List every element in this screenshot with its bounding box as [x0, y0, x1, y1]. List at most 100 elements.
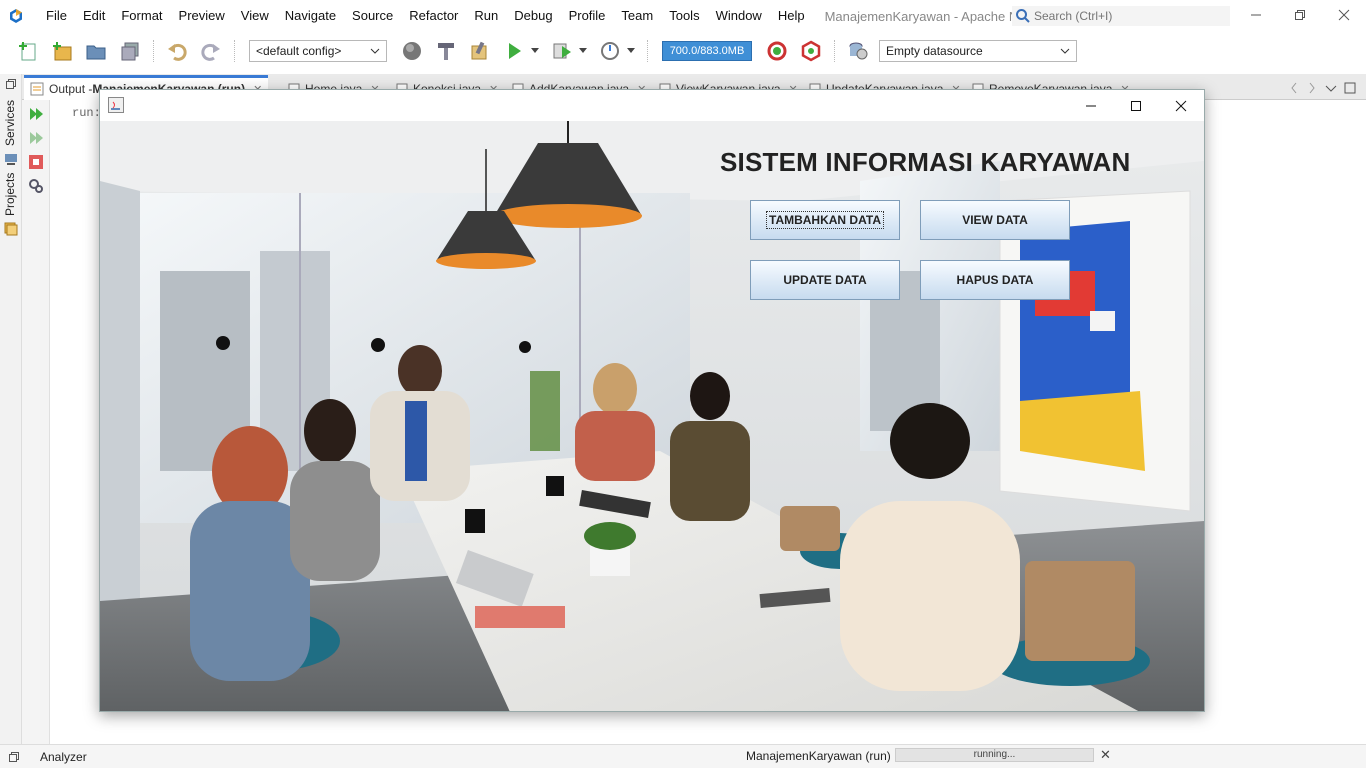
output-text: run:	[72, 106, 101, 120]
config-select[interactable]: <default config>	[249, 40, 387, 62]
undo-icon	[168, 43, 187, 61]
rerun-icon[interactable]	[28, 106, 44, 122]
profiler-button[interactable]	[797, 37, 825, 65]
new-project-icon	[53, 42, 72, 61]
netbeans-logo-icon	[10, 9, 22, 23]
output-gutter	[22, 100, 50, 744]
restore-panel-icon[interactable]	[8, 751, 20, 763]
redo-button[interactable]	[197, 37, 225, 65]
new-file-icon	[19, 42, 36, 61]
app-heading: SISTEM INFORMASI KARYAWAN	[720, 147, 1131, 177]
side-strip: Services Projects	[0, 74, 22, 744]
view-data-button[interactable]: VIEW DATA	[920, 200, 1070, 240]
save-all-button[interactable]	[116, 37, 144, 65]
tab-scroll-controls[interactable]	[1288, 81, 1348, 95]
memory-usage-bar[interactable]: 700.0/883.0MB	[662, 41, 752, 61]
minimize-button[interactable]	[1234, 0, 1278, 30]
menu-preview[interactable]: Preview	[171, 0, 233, 32]
chevron-down-icon	[1060, 48, 1070, 54]
menu-format[interactable]: Format	[113, 0, 170, 32]
restore-button[interactable]	[1278, 0, 1322, 30]
chevron-down-icon[interactable]	[579, 48, 587, 54]
run-icon	[509, 43, 521, 59]
globe-button[interactable]	[398, 37, 426, 65]
status-bar: Analyzer ManajemenKaryawan (run) ✕	[0, 744, 1366, 768]
clean-build-button[interactable]	[466, 37, 494, 65]
search-icon	[1012, 6, 1034, 26]
menu-debug[interactable]: Debug	[506, 0, 560, 32]
app-titlebar	[100, 90, 1204, 121]
undo-button[interactable]	[163, 37, 191, 65]
tambahkan-data-button[interactable]: TAMBAHKAN DATA	[750, 200, 900, 240]
chevron-down-icon[interactable]	[531, 48, 539, 54]
update-data-button[interactable]: UPDATE DATA	[750, 260, 900, 300]
close-window-button[interactable]	[1322, 0, 1366, 30]
menu-source[interactable]: Source	[344, 0, 401, 32]
tab-output-label-prefix: Output -	[49, 82, 93, 96]
java-icon	[108, 97, 124, 113]
projects-tab[interactable]: Projects	[3, 173, 17, 216]
save-all-icon	[121, 42, 139, 61]
search-box[interactable]	[1012, 6, 1230, 26]
rerun-with-params-icon[interactable]	[28, 130, 44, 146]
running-task-label: ManajemenKaryawan (run)	[746, 749, 891, 763]
open-project-button[interactable]	[82, 37, 110, 65]
config-select-value: <default config>	[256, 44, 342, 58]
chevron-down-icon	[370, 48, 380, 54]
globe-icon	[403, 42, 421, 60]
menu-file[interactable]: File	[38, 0, 75, 32]
new-file-button[interactable]	[14, 37, 42, 65]
menu-run[interactable]: Run	[466, 0, 506, 32]
tambahkan-data-label: TAMBAHKAN DATA	[766, 211, 884, 229]
menu-navigate[interactable]: Navigate	[277, 0, 344, 32]
services-icon	[5, 154, 17, 165]
app-maximize-button[interactable]	[1113, 90, 1159, 121]
new-project-button[interactable]	[48, 37, 76, 65]
menu-bar: File Edit Format Preview View Navigate S…	[0, 0, 1366, 32]
hammer-icon	[438, 43, 454, 60]
menu-window[interactable]: Window	[708, 0, 770, 32]
menu-view[interactable]: View	[233, 0, 277, 32]
app-close-button[interactable]	[1158, 90, 1204, 121]
menu-edit[interactable]: Edit	[75, 0, 113, 32]
maximize-icon	[1131, 100, 1141, 111]
task-progress-text: running...	[973, 749, 1016, 760]
menu-team[interactable]: Team	[613, 0, 661, 32]
menu-profile[interactable]: Profile	[561, 0, 614, 32]
datasource-select[interactable]: Empty datasource	[879, 40, 1077, 62]
profiler-icon	[801, 40, 821, 62]
stop-icon[interactable]	[28, 154, 44, 170]
task-progress-bar: running...	[895, 748, 1094, 762]
search-input[interactable]	[1034, 9, 1214, 23]
profile-button[interactable]	[596, 37, 624, 65]
clean-build-icon	[471, 41, 487, 60]
restore-icon	[1295, 10, 1305, 20]
minimize-icon	[1086, 105, 1096, 106]
app-minimize-button[interactable]	[1068, 90, 1114, 121]
gc-button[interactable]	[763, 37, 791, 65]
chevron-down-icon[interactable]	[627, 48, 635, 54]
toolbar-separator	[834, 40, 835, 62]
toolbar-separator	[153, 40, 154, 62]
output-icon	[30, 82, 44, 96]
settings-icon[interactable]	[28, 178, 44, 194]
debug-button[interactable]	[548, 37, 576, 65]
menu-refactor[interactable]: Refactor	[401, 0, 466, 32]
minimize-panel-icon[interactable]	[5, 78, 17, 90]
hapus-data-button[interactable]: HAPUS DATA	[920, 260, 1070, 300]
menu-tools[interactable]: Tools	[661, 0, 707, 32]
run-button[interactable]	[500, 37, 528, 65]
menu-help[interactable]: Help	[770, 0, 813, 32]
maximize-panel-icon[interactable]	[1344, 82, 1356, 94]
toolbar-separator	[647, 40, 648, 62]
build-button[interactable]	[432, 37, 460, 65]
datasource-icon	[849, 42, 868, 60]
debug-icon	[553, 43, 571, 59]
cancel-task-icon[interactable]: ✕	[1100, 747, 1111, 763]
app-window: SISTEM INFORMASI KARYAWAN TAMBAHKAN DATA…	[99, 89, 1205, 712]
services-tab[interactable]: Services	[3, 100, 17, 146]
projects-icon	[4, 222, 18, 236]
datasource-button[interactable]	[844, 37, 872, 65]
minimize-icon	[1251, 14, 1261, 16]
analyzer-tab[interactable]: Analyzer	[40, 750, 87, 764]
